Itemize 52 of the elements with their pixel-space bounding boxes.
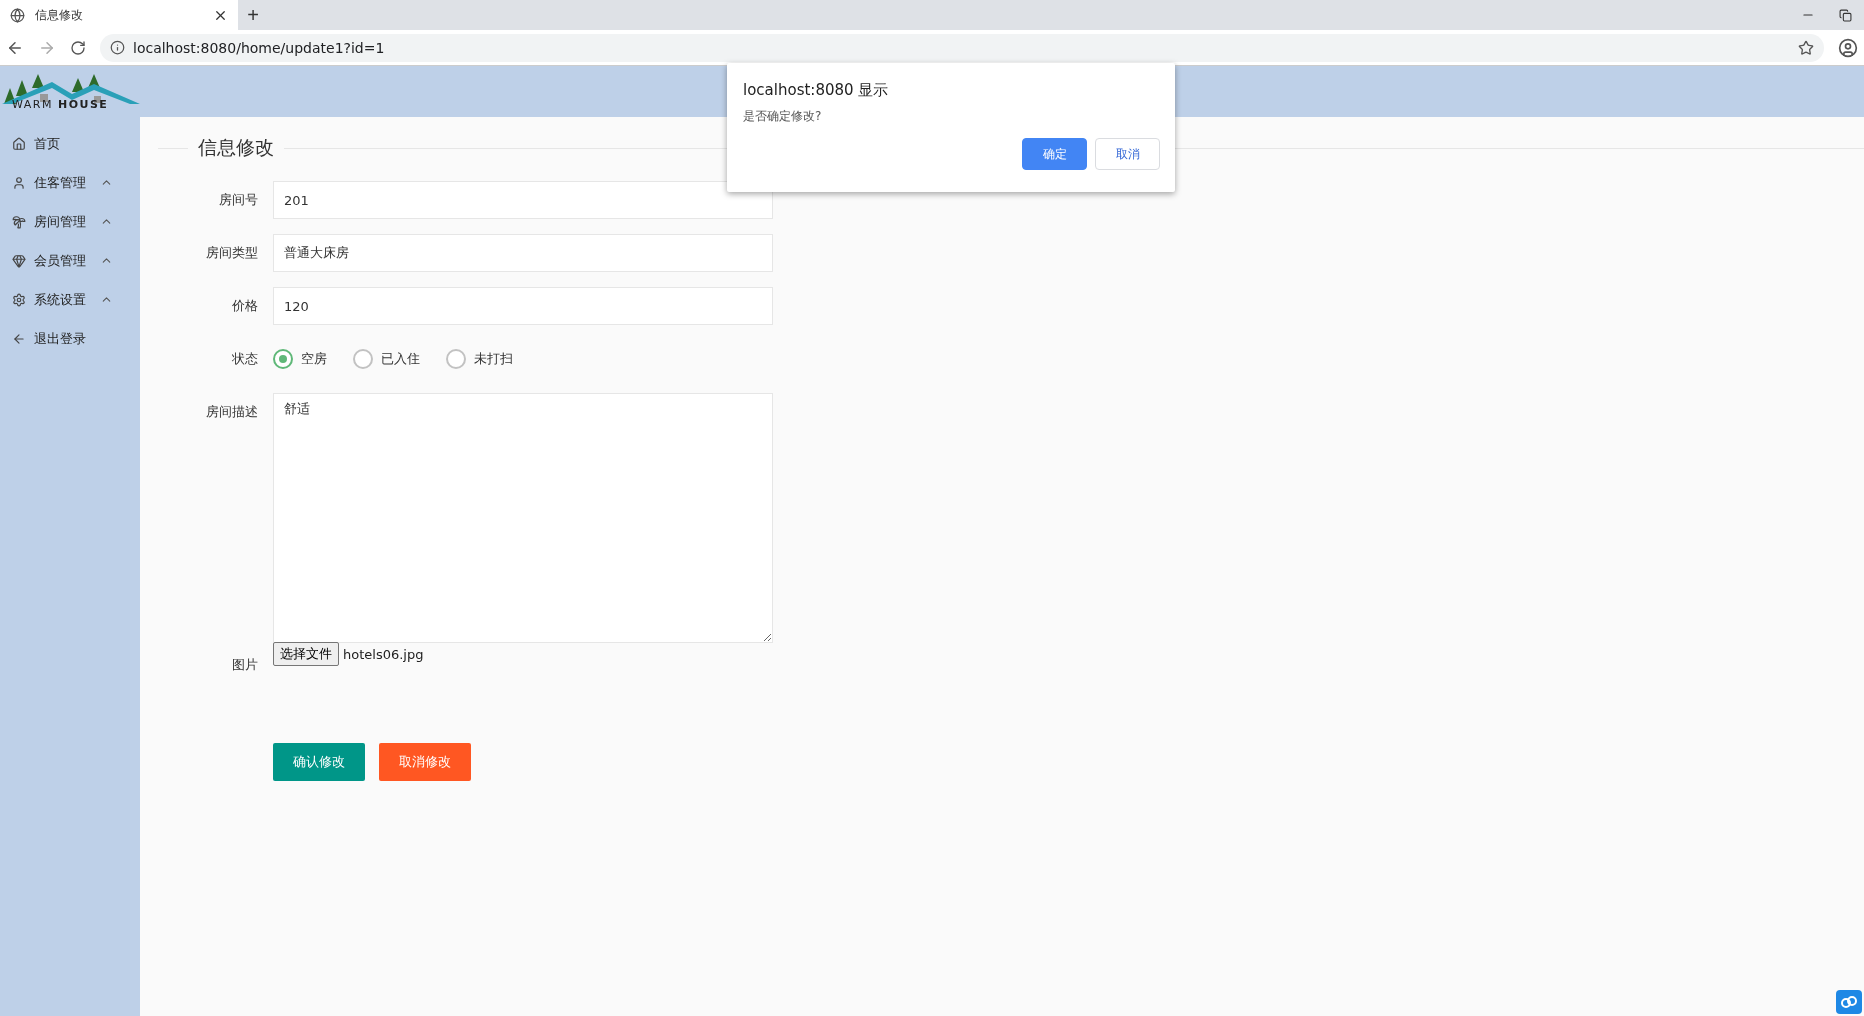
star-icon[interactable]	[1798, 39, 1814, 56]
globe-icon	[10, 7, 25, 23]
nav-icon	[12, 136, 26, 151]
nav-icon	[12, 214, 26, 229]
choose-file-button[interactable]: 选择文件	[273, 642, 339, 666]
profile-icon[interactable]	[1838, 37, 1858, 58]
field-label: 价格	[231, 297, 259, 315]
radio-icon[interactable]	[446, 349, 466, 369]
textarea-field[interactable]: 舒适	[273, 393, 773, 643]
radio-option[interactable]: 未打扫	[446, 349, 513, 369]
nav-icon	[12, 253, 26, 268]
radio-icon[interactable]	[273, 349, 293, 369]
info-icon	[110, 40, 125, 55]
field-label: 房间描述	[205, 403, 259, 421]
dialog-message: 是否确定修改?	[743, 108, 823, 125]
dialog-button[interactable]: 取消	[1095, 138, 1160, 170]
radio-icon[interactable]	[353, 349, 373, 369]
restore-icon[interactable]	[1839, 8, 1852, 22]
new-tab-button[interactable]: +	[238, 0, 268, 30]
url-text: localhost:8080/home/update1?id=1	[133, 39, 386, 56]
reload-icon[interactable]	[70, 39, 86, 56]
radio-option[interactable]: 空房	[273, 349, 327, 369]
input-field[interactable]: 普通大床房	[273, 234, 773, 272]
sidebar-item[interactable]: 退出登录	[0, 319, 140, 358]
cloud-app-icon[interactable]	[1836, 990, 1862, 1014]
dialog-button[interactable]: 确定	[1022, 138, 1087, 170]
field-label: 状态	[231, 350, 259, 368]
form-title: 信息修改	[198, 135, 274, 160]
field-label: 房间类型	[205, 244, 259, 262]
radio-label: 已入住	[381, 350, 420, 368]
address-bar[interactable]: localhost:8080/home/update1?id=1	[100, 33, 1824, 62]
sidebar-item[interactable]: 首页	[0, 124, 140, 163]
nav-icon	[12, 175, 26, 190]
radio-label: 未打扫	[474, 350, 513, 368]
nav-icon	[12, 292, 26, 307]
sidebar-item[interactable]: 住客管理	[0, 163, 140, 202]
sidebar-item[interactable]: 会员管理	[0, 241, 140, 280]
dialog-title: localhost:8080 显示	[743, 81, 890, 100]
radio-option[interactable]: 已入住	[353, 349, 420, 369]
field-label: 图片	[231, 656, 259, 674]
tab-title: 信息修改	[35, 6, 84, 24]
browser-tab[interactable]: 信息修改	[0, 0, 238, 30]
file-name: hotels06.jpg	[343, 646, 424, 662]
sidebar-item[interactable]: 房间管理	[0, 202, 140, 241]
form-button[interactable]: 确认修改	[273, 743, 365, 781]
radio-label: 空房	[301, 350, 327, 368]
nav-icon	[12, 331, 26, 346]
sidebar-item[interactable]: 系统设置	[0, 280, 140, 319]
input-field[interactable]: 201	[273, 181, 773, 219]
field-label: 房间号	[218, 191, 259, 209]
input-field[interactable]: 120	[273, 287, 773, 325]
logo-text: WARM HOUSE	[11, 98, 109, 111]
